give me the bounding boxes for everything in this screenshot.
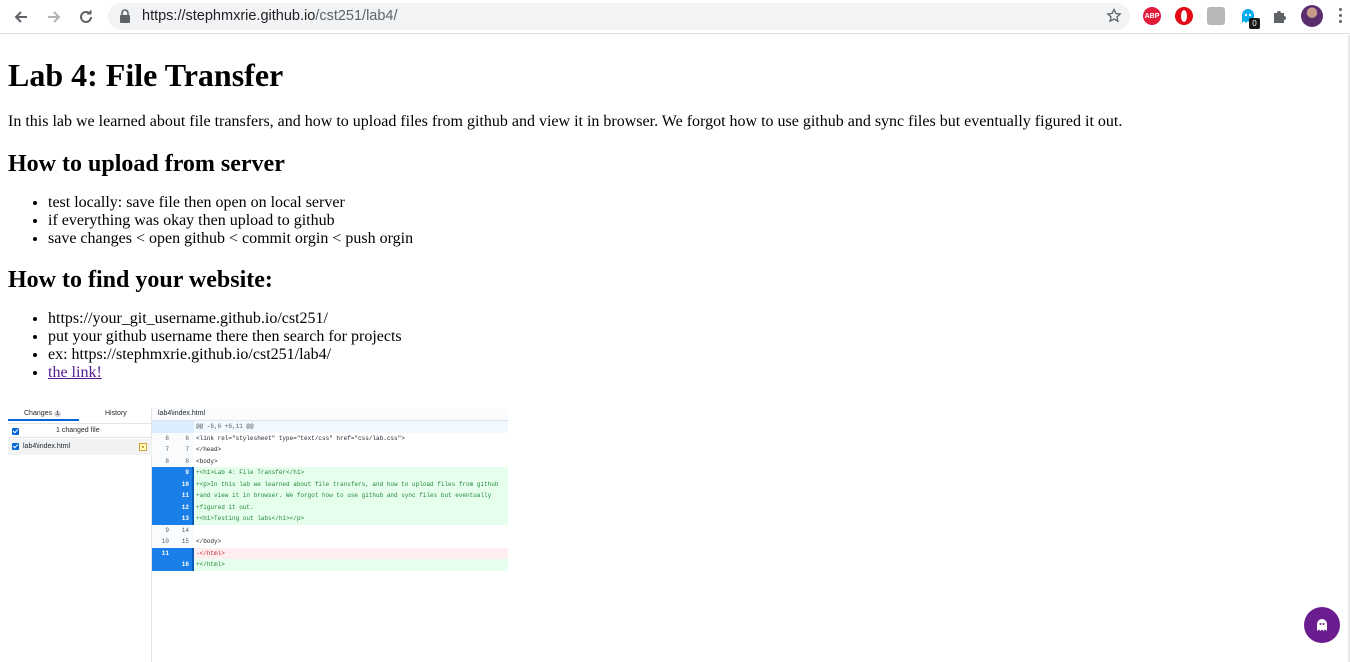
new-line-number: 11 [181, 492, 189, 499]
diff-panel: lab4\index.html @@ -6,6 +6,11 @@ 6 6 <lin… [152, 408, 508, 579]
diff-code: +figured it out. [196, 503, 254, 511]
tab-changes: Changes 1 [24, 410, 62, 417]
diff-code: </body> [196, 538, 222, 545]
diff-line: 7 7 </head> [152, 444, 508, 456]
old-line-number: 8 [165, 457, 169, 465]
diff-code: +<h1>Testing out labs</h1></p> [196, 515, 305, 522]
new-line-number: 14 [181, 526, 189, 534]
diff-code: <body> [196, 457, 218, 465]
list-item: put your github username there then sear… [48, 328, 1338, 346]
diff-line: 8 8 <body> [152, 455, 508, 467]
changes-sidebar: Changes 1 History 1 changed file lab4\ind… [8, 408, 152, 662]
address-bar[interactable]: https://stephmxrie.github.io/cst251/lab4… [108, 3, 1130, 30]
file-row: lab4\index.html [8, 439, 152, 455]
new-line-number: 9 [185, 469, 189, 476]
diff-line: 16 +</html> [152, 559, 508, 571]
changed-files-count: 1 changed file [56, 427, 100, 434]
help-chat-button[interactable] [1304, 607, 1340, 643]
old-line-number: 11 [161, 549, 169, 557]
new-line-number: 12 [181, 503, 189, 511]
adblock-plus-icon[interactable]: ABP [1143, 7, 1161, 25]
new-line-number: 6 [185, 434, 189, 442]
diff-line: 9 +<h1>Lab 4: File Transfer</h1> [152, 467, 508, 479]
website-steps-list: https://your_git_username.github.io/cst2… [8, 310, 1338, 382]
lab-link[interactable]: the link! [48, 364, 102, 381]
opera-icon[interactable] [1175, 7, 1193, 25]
new-line-number: 10 [181, 480, 189, 488]
diff-code: +<p>In this lab we learned about file tr… [196, 480, 499, 488]
changed-files-header: 1 changed file [8, 423, 152, 438]
ghostery-icon[interactable]: 0 [1239, 7, 1260, 29]
new-line-number: 15 [181, 538, 189, 545]
diff-line: 11 -</html> [152, 547, 508, 559]
old-line-number: 6 [165, 434, 169, 442]
list-item: save changes < open github < commit orgi… [48, 230, 1338, 248]
checkbox-all [12, 428, 19, 435]
diff-line: 10 15 </body> [152, 536, 508, 548]
diff-code: +<h1>Lab 4: File Transfer</h1> [196, 469, 305, 476]
lock-icon [120, 9, 130, 23]
extension-badge: 0 [1249, 18, 1260, 29]
diff-code: </head> [196, 446, 222, 453]
diff-code: +and view it in browser. We forgot how t… [196, 492, 492, 499]
list-item: https://your_git_username.github.io/cst2… [48, 310, 1338, 328]
new-line-number: 7 [185, 446, 189, 453]
github-desktop-screenshot: Changes 1 History 1 changed file lab4\ind… [8, 408, 508, 662]
hunk-header: @@ -6,6 +6,11 @@ [152, 421, 508, 433]
modified-icon [139, 443, 147, 451]
list-item: if everything was okay then upload to gi… [48, 212, 1338, 230]
intro-paragraph: In this lab we learned about file transf… [8, 113, 1123, 130]
list-item: ex: https://stephmxrie.github.io/cst251/… [48, 346, 1338, 364]
file-name: lab4\index.html [23, 443, 71, 450]
bookmark-star-icon[interactable] [1106, 8, 1122, 24]
checkbox-file [12, 443, 19, 450]
diff-line: 6 6 <link rel="stylesheet" type="text/css… [152, 432, 508, 444]
forward-arrow-icon [48, 11, 61, 23]
back-arrow-icon [14, 11, 27, 23]
forward-button[interactable] [42, 5, 66, 29]
browser-menu-icon[interactable] [1339, 8, 1343, 26]
upload-steps-list: test locally: save file then open on loc… [8, 194, 1338, 248]
list-item: test locally: save file then open on loc… [48, 194, 1338, 212]
list-item: the link! [48, 364, 1338, 382]
diff-line: 13 +<h1>Testing out labs</h1></p> [152, 513, 508, 525]
diff-view: @@ -6,6 +6,11 @@ 6 6 <link rel="styleshee… [152, 421, 508, 571]
diff-code: <link rel="stylesheet" type="text/css" h… [196, 434, 405, 442]
diff-line: 9 14 [152, 524, 508, 536]
section-heading-upload: How to upload from server [8, 151, 285, 177]
diff-code: +</html> [196, 561, 225, 568]
profile-avatar[interactable] [1301, 5, 1323, 27]
new-line-number: 13 [181, 515, 189, 522]
page-content: Lab 4: File Transfer In this lab we lear… [8, 35, 1338, 382]
reload-button[interactable] [74, 5, 98, 29]
url-text[interactable]: https://stephmxrie.github.io/cst251/lab4… [142, 8, 398, 24]
page-title: Lab 4: File Transfer [8, 57, 284, 93]
old-line-number: 7 [165, 446, 169, 453]
diff-code: -</html> [196, 549, 225, 557]
tab-history: History [105, 410, 127, 417]
ghost-chat-icon [1317, 619, 1327, 631]
section-heading-website: How to find your website: [8, 267, 273, 293]
tab-underline [8, 419, 79, 421]
sidebar-tabs: Changes 1 History [8, 408, 152, 421]
old-line-number: 9 [165, 526, 169, 534]
back-button[interactable] [9, 5, 33, 29]
reload-icon [80, 10, 92, 23]
extensions-puzzle-icon[interactable] [1271, 7, 1289, 25]
extension-gray-icon[interactable] [1207, 7, 1225, 25]
diff-file-header: lab4\index.html [152, 408, 508, 421]
browser-toolbar: https://stephmxrie.github.io/cst251/lab4… [0, 0, 1350, 34]
new-line-number: 8 [185, 457, 189, 465]
old-line-number: 10 [161, 538, 169, 545]
diff-line: 12 +figured it out. [152, 501, 508, 513]
new-line-number: 16 [181, 561, 189, 568]
diff-line: 11 +and view it in browser. We forgot how… [152, 490, 508, 502]
diff-line: 10 +<p>In this lab we learned about file … [152, 478, 508, 490]
